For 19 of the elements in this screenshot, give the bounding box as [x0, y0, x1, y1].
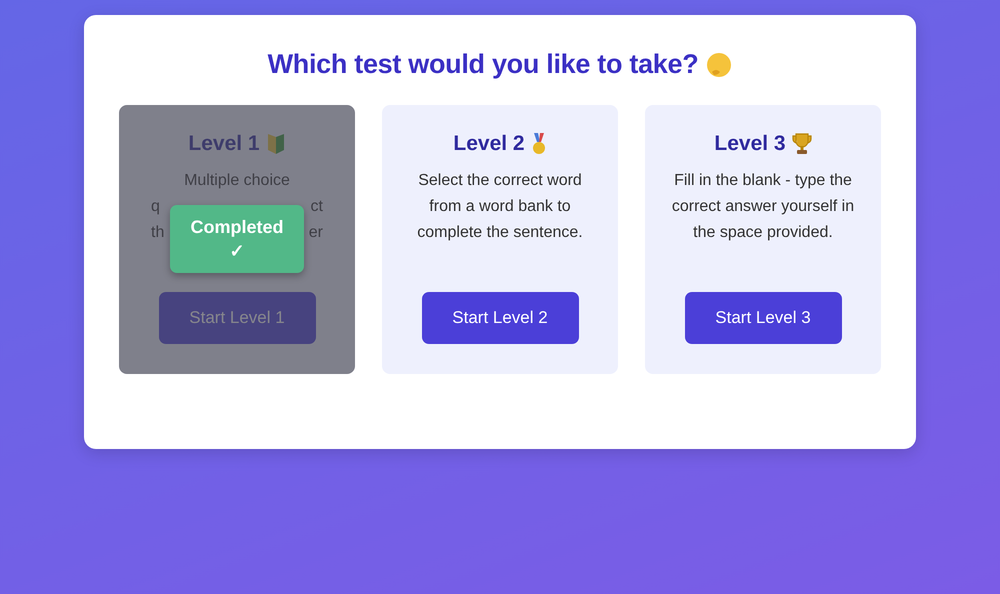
check-mark: ✓ — [228, 240, 246, 262]
medal-icon — [530, 133, 547, 155]
completed-label: Completed — [189, 216, 284, 238]
start-level-button[interactable]: Start Level 3 — [684, 292, 842, 344]
start-level-button[interactable]: Start Level 2 — [422, 292, 578, 344]
description-text: Multiple choice — [184, 171, 290, 191]
description-text: th — [151, 223, 164, 243]
description-text: q — [151, 197, 160, 217]
level-description: Select the correct word from a word bank to complete the sentence. — [416, 171, 584, 243]
description-text: ct — [310, 197, 323, 217]
level-title: Level 2 — [453, 132, 525, 156]
level-title: Level 1 — [188, 132, 260, 156]
level-title: Level 3 — [714, 132, 786, 156]
page-heading: Which test would you like to take? — [268, 49, 698, 80]
level-description: Fill in the blank - type the correct answer yourself in the space provided. — [670, 171, 856, 243]
emoji-icon — [706, 52, 732, 78]
leaf-icon — [266, 133, 286, 155]
description-text: er — [308, 223, 323, 243]
trophy-icon — [792, 133, 812, 155]
